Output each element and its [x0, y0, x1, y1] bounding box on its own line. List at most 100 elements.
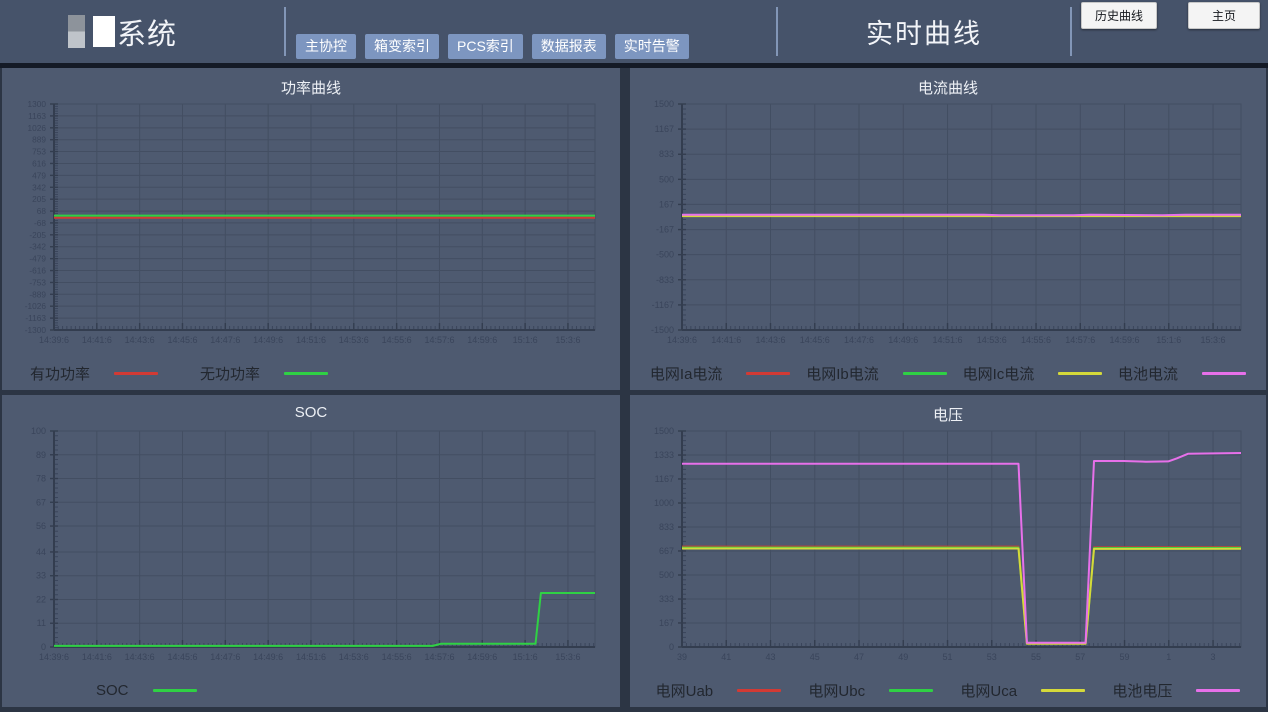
svg-text:14:49:6: 14:49:6	[888, 335, 918, 345]
svg-text:55: 55	[1031, 652, 1041, 662]
svg-text:43: 43	[766, 652, 776, 662]
nav-button-pcs-index[interactable]: PCS索引	[448, 34, 523, 59]
svg-text:44: 44	[36, 547, 46, 557]
svg-text:-1163: -1163	[25, 313, 46, 323]
legend-item[interactable]: 电池电流	[1118, 363, 1247, 384]
svg-text:53: 53	[987, 652, 997, 662]
page-title: 实时曲线	[866, 19, 982, 49]
svg-text:15:1:6: 15:1:6	[513, 335, 538, 345]
nav-button-realtime-alarm[interactable]: 实时告警	[614, 34, 689, 59]
svg-text:167: 167	[659, 199, 674, 209]
svg-text:889: 889	[32, 135, 46, 145]
legend-item[interactable]: 电网Ubc	[808, 680, 934, 701]
svg-text:100: 100	[31, 426, 46, 436]
svg-text:15:1:6: 15:1:6	[1156, 335, 1181, 345]
legend-item[interactable]: 电网Ia电流	[650, 363, 791, 384]
legend-item[interactable]: SOC	[96, 682, 197, 699]
svg-text:14:55:6: 14:55:6	[382, 652, 412, 662]
svg-text:15:3:6: 15:3:6	[1201, 335, 1226, 345]
legend-label: 电网Ubc	[808, 683, 866, 700]
voltage-panel: 电压 1500 1333 1167 1000 833 667 500 333 167 0 39 41 4…	[630, 395, 1266, 707]
current-curve-legend: 电网Ia电流 电网Ib电流 电网Ic电流 电池电流	[630, 357, 1266, 390]
svg-text:15:3:6: 15:3:6	[555, 652, 580, 662]
svg-text:753: 753	[32, 147, 46, 157]
svg-text:14:49:6: 14:49:6	[253, 652, 283, 662]
svg-text:14:39:6: 14:39:6	[39, 335, 69, 345]
header: 系统 主协控 箱变索引 PCS索引 数据报表 实时告警 实时曲线 历史曲线 主页	[0, 0, 1268, 68]
svg-text:1500: 1500	[654, 99, 674, 109]
nav-button-data-report[interactable]: 数据报表	[531, 34, 606, 59]
svg-text:14:49:6: 14:49:6	[253, 335, 283, 345]
svg-text:33: 33	[36, 571, 46, 581]
svg-text:-753: -753	[29, 277, 46, 287]
svg-text:14:41:6: 14:41:6	[82, 652, 112, 662]
svg-text:14:45:6: 14:45:6	[167, 335, 197, 345]
svg-text:616: 616	[32, 158, 46, 168]
legend-item[interactable]: 电网Ib电流	[806, 363, 947, 384]
page-title-zone: 实时曲线	[778, 0, 1070, 63]
nav-button-main-control[interactable]: 主协控	[296, 34, 356, 59]
legend-line-swatch	[746, 372, 791, 375]
current-curve-chart: 1500 1167 833 500 167 -167 -500 -833 -1167 -1500 1…	[630, 96, 1266, 357]
legend-item[interactable]: 无功功率	[200, 363, 329, 384]
legend-line-swatch	[1041, 689, 1086, 692]
svg-text:14:51:6: 14:51:6	[296, 652, 326, 662]
svg-text:-479: -479	[29, 254, 46, 264]
svg-text:-1167: -1167	[652, 300, 674, 310]
legend-item[interactable]: 电网Uca	[960, 680, 1086, 701]
svg-text:14:55:6: 14:55:6	[382, 335, 412, 345]
legend-item[interactable]: 电网Uab	[656, 680, 782, 701]
svg-text:14:45:6: 14:45:6	[167, 652, 197, 662]
soc-title: SOC	[294, 404, 328, 421]
svg-text:-68: -68	[34, 218, 46, 228]
legend-line-swatch	[152, 689, 197, 692]
voltage-legend: 电网Uab 电网Ubc 电网Uca 电池电压	[630, 674, 1266, 707]
svg-text:-1300: -1300	[25, 325, 47, 335]
svg-text:15:1:6: 15:1:6	[513, 652, 538, 662]
svg-text:167: 167	[659, 618, 674, 628]
svg-text:14:47:6: 14:47:6	[844, 335, 874, 345]
logo-text: 系统	[117, 18, 178, 51]
svg-text:500: 500	[659, 174, 674, 184]
voltage-title: 电压	[932, 407, 963, 424]
soc-chart: 100 89 78 67 56 44 33 22 11 0 14:39:6 14:41:6 14:43:…	[2, 423, 620, 674]
home-button[interactable]: 主页	[1188, 2, 1260, 29]
legend-item[interactable]: 有功功率	[30, 363, 159, 384]
legend-label: 无功功率	[200, 366, 261, 383]
svg-text:-167: -167	[656, 225, 674, 235]
legend-line-swatch	[1058, 372, 1103, 375]
svg-text:0: 0	[669, 642, 674, 652]
svg-text:-500: -500	[656, 250, 674, 260]
svg-text:14:43:6: 14:43:6	[755, 335, 785, 345]
svg-text:14:53:6: 14:53:6	[977, 335, 1007, 345]
logo-mark-icon	[68, 15, 85, 48]
nav-button-transformer-index[interactable]: 箱变索引	[365, 34, 439, 59]
svg-text:49: 49	[898, 652, 908, 662]
legend-line-swatch	[114, 372, 159, 375]
legend-item[interactable]: 电池电压	[1112, 680, 1241, 701]
svg-text:14:41:6: 14:41:6	[711, 335, 741, 345]
svg-text:11: 11	[37, 618, 46, 628]
logo-mark-icon	[93, 16, 115, 47]
history-curve-button[interactable]: 历史曲线	[1081, 2, 1157, 29]
svg-text:1300: 1300	[28, 99, 47, 109]
svg-text:667: 667	[659, 546, 674, 556]
charts-grid: 功率曲线 1300 1163 1026 889 753 616 479 342 205 68 -68…	[2, 68, 1266, 707]
svg-text:14:53:6: 14:53:6	[339, 335, 369, 345]
svg-text:1026: 1026	[28, 123, 47, 133]
svg-text:14:51:6: 14:51:6	[296, 335, 326, 345]
legend-line-swatch	[284, 372, 329, 375]
svg-text:14:57:6: 14:57:6	[424, 335, 454, 345]
power-curve-legend: 有功功率 无功功率	[2, 357, 620, 390]
svg-text:59: 59	[1120, 652, 1130, 662]
svg-text:22: 22	[36, 594, 46, 604]
legend-line-swatch	[737, 689, 782, 692]
svg-text:39: 39	[677, 652, 687, 662]
svg-text:57: 57	[1075, 652, 1085, 662]
svg-text:14:57:6: 14:57:6	[424, 652, 454, 662]
power-curve-panel: 功率曲线 1300 1163 1026 889 753 616 479 342 205 68 -68…	[2, 68, 620, 390]
svg-text:41: 41	[721, 652, 731, 662]
svg-text:3: 3	[1211, 652, 1216, 662]
svg-text:45: 45	[810, 652, 820, 662]
legend-item[interactable]: 电网Ic电流	[963, 363, 1103, 384]
